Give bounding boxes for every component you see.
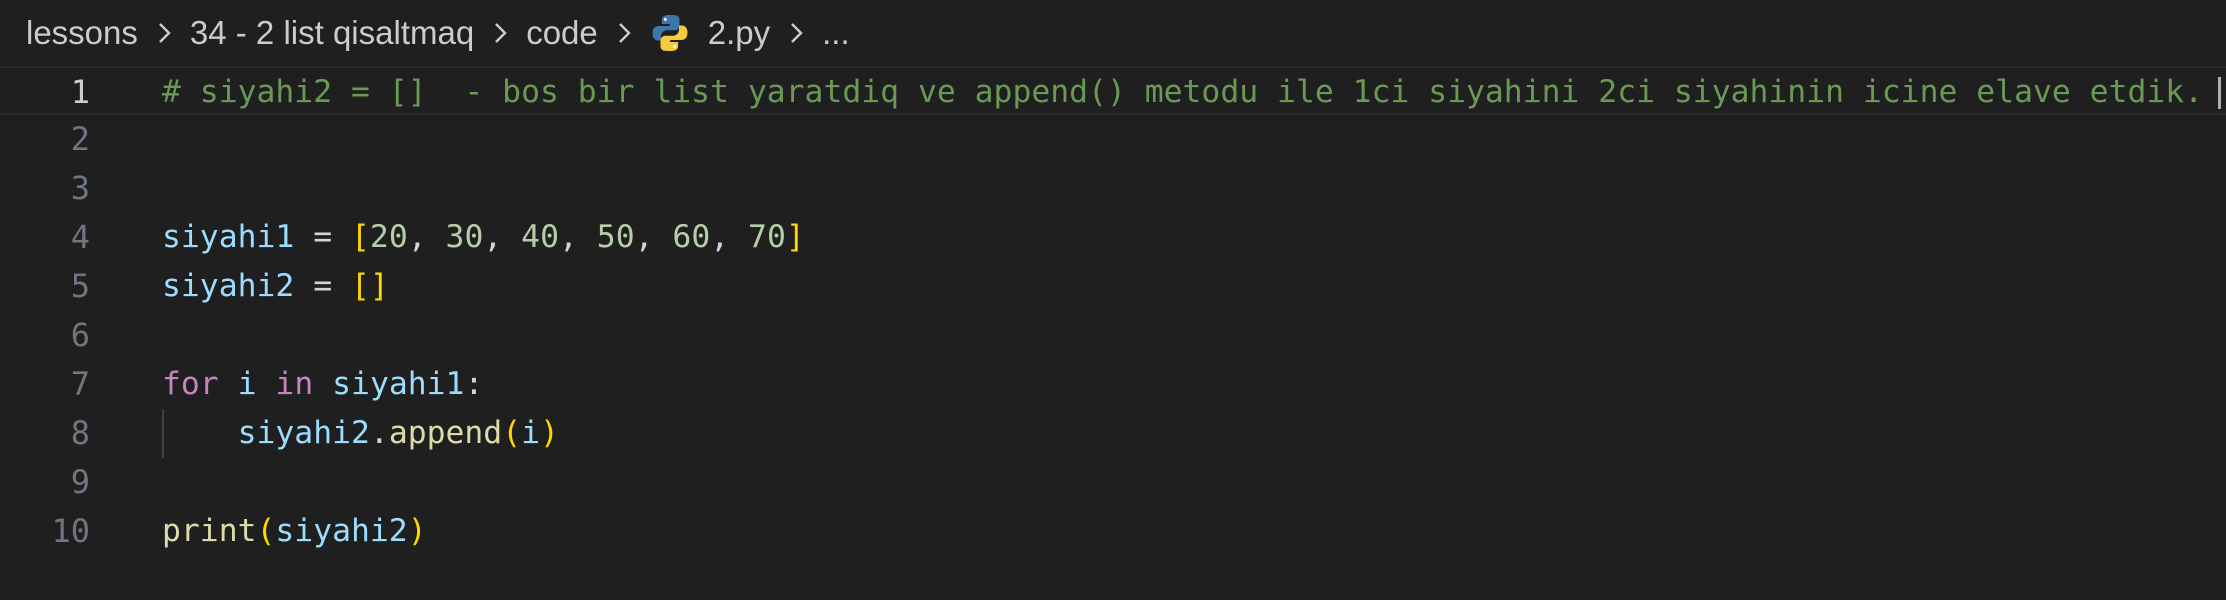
code-line-8[interactable]: 8 siyahi2.append(i) (0, 409, 2226, 458)
line-number: 7 (70, 365, 90, 403)
code-text[interactable]: siyahi1 = [20, 30, 40, 50, 60, 70] (162, 213, 805, 262)
breadcrumb-item-lessons[interactable]: lessons (26, 14, 138, 52)
line-number: 9 (70, 463, 90, 501)
line-number: 2 (70, 120, 90, 158)
code-line-7[interactable]: 7 for i in siyahi1: (0, 360, 2226, 409)
breadcrumb-item-file[interactable]: 2.py (650, 13, 770, 53)
code-text[interactable]: # siyahi2 = [] - bos bir list yaratdiq v… (162, 68, 2203, 117)
code-line-10[interactable]: 10 print(siyahi2) (0, 507, 2226, 556)
code-line-9[interactable]: 9 (0, 458, 2226, 507)
text-cursor (2218, 77, 2221, 109)
code-text[interactable]: siyahi2 = [] (162, 262, 389, 311)
code-line-5[interactable]: 5 siyahi2 = [] (0, 262, 2226, 311)
breadcrumb-file-label: 2.py (707, 14, 771, 51)
python-icon (650, 13, 690, 53)
code-text[interactable]: siyahi2.append(i) (162, 409, 559, 458)
code-line-6[interactable]: 6 (0, 311, 2226, 360)
chevron-right-icon (782, 19, 810, 47)
line-number: 10 (51, 512, 90, 550)
code-line-1[interactable]: 1 # siyahi2 = [] - bos bir list yaratdiq… (0, 66, 2226, 115)
chevron-right-icon (150, 19, 178, 47)
chevron-right-icon (610, 19, 638, 47)
breadcrumb-item-code[interactable]: code (526, 14, 598, 52)
breadcrumb: lessons 34 - 2 list qisaltmaq code 2.py … (0, 0, 2226, 66)
line-number: 4 (70, 218, 90, 256)
line-number: 8 (70, 414, 90, 452)
code-line-3[interactable]: 3 (0, 164, 2226, 213)
line-number: 5 (70, 267, 90, 305)
code-editor[interactable]: 1 # siyahi2 = [] - bos bir list yaratdiq… (0, 66, 2226, 600)
indent-guide (162, 409, 164, 458)
breadcrumb-item-folder[interactable]: 34 - 2 list qisaltmaq (190, 14, 474, 52)
code-line-2[interactable]: 2 (0, 115, 2226, 164)
line-number: 3 (70, 169, 90, 207)
breadcrumb-item-symbols[interactable]: ... (822, 14, 850, 52)
code-text[interactable]: print(siyahi2) (162, 507, 427, 556)
code-line-4[interactable]: 4 siyahi1 = [20, 30, 40, 50, 60, 70] (0, 213, 2226, 262)
line-number: 1 (70, 73, 90, 111)
code-text[interactable]: for i in siyahi1: (162, 360, 483, 409)
line-number: 6 (70, 316, 90, 354)
chevron-right-icon (486, 19, 514, 47)
